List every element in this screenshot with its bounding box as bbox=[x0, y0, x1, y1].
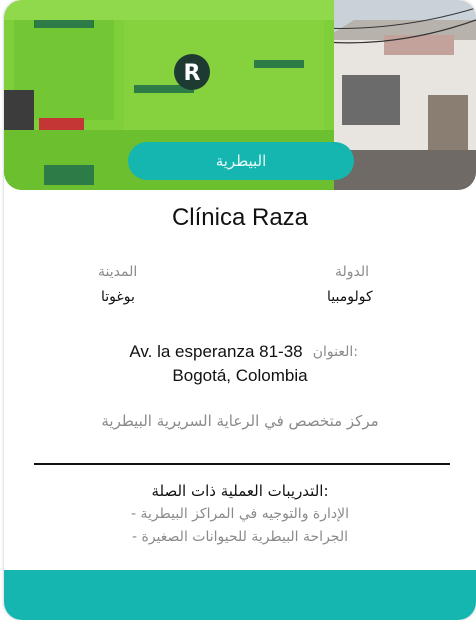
city-value: بوغوتا bbox=[101, 289, 135, 305]
logo-letter: R bbox=[184, 61, 201, 86]
city-label: المدينة bbox=[98, 264, 138, 280]
address-line-2: Bogotá, Colombia bbox=[172, 366, 308, 385]
clinic-description: مركز متخصص في الرعاية السريرية البيطرية bbox=[101, 412, 379, 430]
clinic-name: Clínica Raza bbox=[171, 204, 309, 231]
training-item: - الجراحة البيطرية للحيوانات الصغيرة bbox=[131, 529, 348, 545]
country-value: كولومبيا bbox=[327, 289, 373, 305]
address-line-1: Av. la esperanza 81-38 bbox=[129, 342, 303, 361]
card-footer-bar[interactable] bbox=[4, 570, 476, 620]
clinic-card[interactable]: R البيطرية Clínica Raza المدينة بوغوتا ا… bbox=[4, 0, 476, 620]
divider bbox=[34, 463, 450, 465]
training-item: - الإدارة والتوجيه في المراكز البيطرية bbox=[131, 506, 349, 522]
country-label: الدولة bbox=[335, 264, 370, 280]
trainings-title: التدريبات العملية ذات الصلة: bbox=[151, 482, 329, 500]
category-badge: البيطرية bbox=[128, 142, 354, 180]
